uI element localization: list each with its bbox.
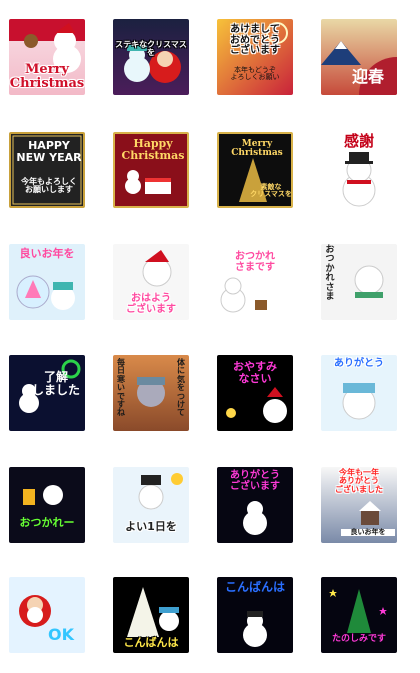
sticker-caption: Happy Christmas (121, 137, 185, 162)
sticker-yoi-otoshi-wo[interactable]: 良いお年を (9, 244, 85, 320)
sticker-caption: ありがとう ございます (230, 470, 280, 492)
sticker-tanoshimi-desu[interactable]: たのしみです (321, 577, 397, 653)
sticker-konbanwa-neon[interactable]: こんばんは (217, 577, 293, 653)
sticker-otsukare-beer[interactable]: おつかれー (9, 467, 85, 543)
sticker-caption: おつかれー (19, 516, 75, 529)
sticker-thank-you-for-year[interactable]: 今年も一年 ありがとう ございました 良いお年を (321, 467, 397, 543)
sticker-caption: 迎春 (351, 67, 384, 86)
sticker-caption: よい1日を (125, 520, 177, 533)
sticker-caption: ありがとう (334, 358, 384, 369)
sticker-caption: おはよう ございます (126, 293, 176, 315)
sticker-caption: おやすみ なさい (233, 360, 277, 385)
sticker-caption: たのしみです (331, 634, 386, 644)
sticker-caption-right: 体に気をつけて (177, 358, 185, 418)
sticker-caption: あけまして おめでとう ございます (230, 24, 280, 56)
sticker-merry-christmas[interactable]: Merry Christmas (9, 19, 85, 95)
sticker-otsukaresama-vertical[interactable]: お つ か れ さ ま (321, 244, 397, 320)
sticker-ryoukai-shimashita[interactable]: 了解 しました (9, 355, 85, 431)
sticker-caption: Merry Christmas (9, 62, 85, 91)
sticker-nice-christmas[interactable]: ステキなクリスマスを (113, 19, 189, 95)
sticker-yoi-ichinichi-wo[interactable]: よい1日を (113, 467, 189, 543)
sticker-caption: 今年も一年 ありがとう ございました (335, 468, 383, 494)
sticker-oyasumi-nasai[interactable]: おやすみ なさい (217, 355, 293, 431)
sticker-konbanwa-tree[interactable]: こんばんは (113, 577, 189, 653)
sticker-new-year-greeting[interactable]: あけまして おめでとう ございます 本年もどうぞ よろしくお願い (217, 19, 293, 95)
sticker-happy-christmas[interactable]: Happy Christmas (113, 132, 189, 208)
sticker-caption: Merry Christmas (231, 139, 283, 159)
sticker-geishun[interactable]: 迎春 (321, 19, 397, 95)
sticker-subcaption: 素敵な クリスマスを (250, 183, 292, 199)
sticker-subcaption: 良いお年を (341, 528, 395, 537)
sticker-kansha[interactable]: 感謝 (321, 132, 397, 208)
sticker-caption: HAPPY NEW YEAR (16, 139, 82, 164)
sticker-caption: ステキなクリスマスを (115, 40, 187, 58)
sticker-caption: こんばんは (123, 636, 179, 649)
snowman-with-beer-illustration (23, 485, 63, 505)
sticker-merry-christmas-gold[interactable]: Merry Christmas 素敵な クリスマスを (217, 132, 293, 208)
sticker-subcaption: 今年もよろしく お願いします (21, 177, 77, 195)
sticker-grid: Merry Christmas ステキなクリスマスを あけまして おめでとう ご… (0, 0, 420, 673)
sticker-subcaption: 本年もどうぞ よろしくお願い (230, 66, 280, 82)
sticker-caption: こんばんは (224, 580, 285, 594)
sticker-ohayou-gozaimasu[interactable]: おはよう ございます (113, 244, 189, 320)
sticker-otsukare-samadesu[interactable]: おつかれ さまです (217, 244, 293, 320)
sticker-cold-days[interactable]: 毎日寒いですね 体に気をつけて (113, 355, 189, 431)
sticker-caption: お つ か れ さ ま (325, 245, 335, 303)
sticker-ok-santa[interactable]: OK (9, 577, 85, 653)
sticker-caption: 感謝 (343, 132, 374, 150)
sticker-caption: 毎日寒いですね (117, 358, 125, 418)
sticker-happy-new-year[interactable]: HAPPY NEW YEAR 今年もよろしく お願いします (9, 132, 85, 208)
sticker-caption: 良いお年を (19, 247, 75, 260)
sticker-caption: 了解 しました (31, 370, 80, 397)
sticker-caption: OK (48, 625, 74, 644)
sticker-arigatou[interactable]: ありがとう (321, 355, 397, 431)
sticker-caption: おつかれ さまです (235, 251, 275, 273)
sticker-arigatou-gozaimasu[interactable]: ありがとう ございます (217, 467, 293, 543)
